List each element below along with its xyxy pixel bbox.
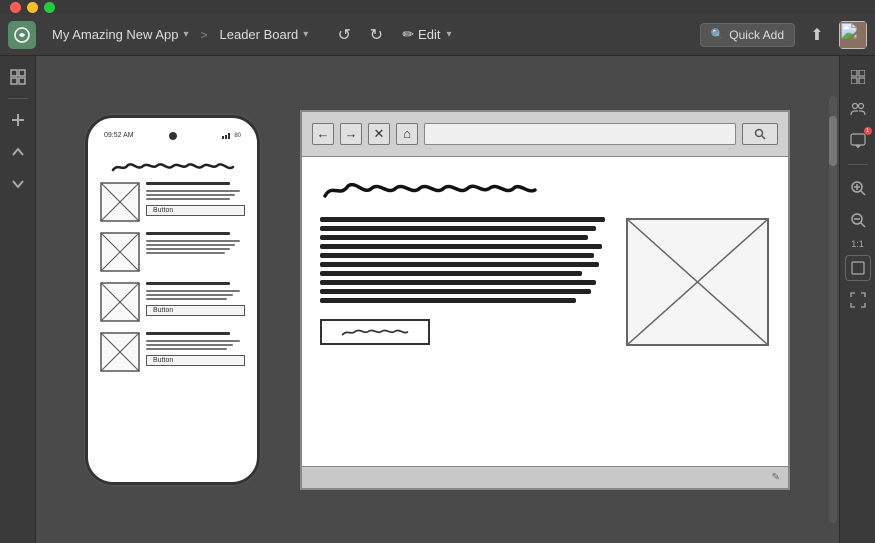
edit-menu-button[interactable]: ✏ Edit ▾	[394, 22, 459, 47]
edit-chevron-icon: ▾	[446, 29, 451, 40]
zoom-ratio-label: 1:1	[851, 239, 864, 249]
body-text-scribble	[320, 217, 611, 304]
wireframe-button: Button	[146, 355, 245, 366]
quick-add-label: Quick Add	[729, 28, 784, 42]
board-name-breadcrumb[interactable]: Leader Board ▾	[214, 23, 315, 46]
item-text	[146, 232, 245, 255]
share-button[interactable]: ⬆	[803, 21, 831, 49]
browser-cta-button	[320, 319, 430, 345]
item-text: Button	[146, 182, 245, 216]
board-chevron-icon: ▾	[303, 29, 308, 40]
avatar-image	[839, 21, 867, 49]
title-scribble	[146, 282, 245, 286]
sidebar-icon-grid[interactable]	[845, 64, 871, 90]
browser-search-button[interactable]	[742, 123, 778, 145]
fit-to-screen-button[interactable]	[845, 255, 871, 281]
minimize-button[interactable]	[27, 2, 38, 13]
wireframe-image-box	[100, 232, 140, 272]
browser-back-button[interactable]: ←	[312, 123, 334, 145]
app-name-label: My Amazing New App	[52, 27, 178, 42]
breadcrumb-separator: >	[200, 28, 207, 42]
title-scribble	[146, 332, 245, 336]
quick-add-button[interactable]: 🔍 Quick Add	[700, 23, 795, 47]
browser-close-button[interactable]: ✕	[368, 123, 390, 145]
left-sidebar	[0, 56, 36, 543]
title-scribble	[146, 232, 245, 236]
menubar: My Amazing New App ▾ > Leader Board ▾ ↺ …	[0, 14, 875, 56]
mobile-camera	[169, 132, 177, 140]
wireframe-image-box	[100, 182, 140, 222]
canvas-scrollbar[interactable]	[829, 96, 837, 523]
sidebar-divider	[848, 164, 868, 165]
mobile-title	[100, 158, 245, 176]
canvas-area[interactable]: 09:52 AM 80	[36, 56, 839, 543]
wireframe-image-box	[100, 332, 140, 372]
mobile-wireframe: 09:52 AM 80	[85, 115, 260, 485]
mobile-time: 09:52 AM	[104, 132, 134, 139]
close-button[interactable]	[10, 2, 21, 13]
zoom-in-button[interactable]	[845, 175, 871, 201]
sidebar-icon-up[interactable]	[5, 139, 31, 165]
titlebar	[0, 0, 875, 14]
app-name-breadcrumb[interactable]: My Amazing New App ▾	[46, 23, 194, 46]
sidebar-divider	[8, 98, 28, 99]
browser-content	[302, 157, 788, 466]
app-chevron-icon: ▾	[183, 29, 188, 40]
scrollbar-thumb[interactable]	[829, 116, 837, 166]
sidebar-icon-home[interactable]	[5, 64, 31, 90]
wireframe-button: Button	[146, 205, 245, 216]
mobile-status-icons: 80	[222, 132, 241, 139]
search-icon: 🔍	[711, 28, 725, 41]
pencil-icon: ✏	[402, 26, 414, 43]
browser-footer: ✎	[302, 466, 788, 488]
browser-url-bar[interactable]	[424, 123, 736, 145]
body-scribble	[146, 190, 245, 201]
browser-home-button[interactable]: ⌂	[396, 123, 418, 145]
redo-button[interactable]: ↻	[362, 21, 390, 49]
list-item: Button	[100, 332, 245, 376]
list-item: Button	[100, 182, 245, 226]
mobile-content: Button	[100, 158, 245, 462]
sidebar-icon-add[interactable]	[5, 107, 31, 133]
browser-text-column	[320, 217, 611, 456]
notification-badge: 1	[864, 127, 872, 135]
wireframe-image-box	[100, 282, 140, 322]
app-icon	[8, 21, 36, 49]
item-text: Button	[146, 282, 245, 316]
browser-body	[320, 217, 770, 456]
sidebar-icon-down[interactable]	[5, 171, 31, 197]
board-name-label: Leader Board	[220, 27, 299, 42]
sidebar-icon-people[interactable]	[845, 96, 871, 122]
footer-icon: ✎	[772, 472, 780, 483]
browser-toolbar: ← → ✕ ⌂	[302, 112, 788, 157]
browser-forward-button[interactable]: →	[340, 123, 362, 145]
maximize-button[interactable]	[44, 2, 55, 13]
list-item: Button	[100, 282, 245, 326]
browser-image-box	[625, 217, 770, 347]
wireframe-button: Button	[146, 305, 245, 316]
body-scribble	[146, 240, 245, 255]
item-text: Button	[146, 332, 245, 366]
avatar[interactable]	[839, 21, 867, 49]
title-scribble	[146, 182, 245, 186]
right-sidebar: 1 1:1	[839, 56, 875, 543]
zoom-out-button[interactable]	[845, 207, 871, 233]
body-scribble	[146, 290, 245, 301]
list-item	[100, 232, 245, 276]
body-scribble	[146, 340, 245, 351]
undo-button[interactable]: ↺	[330, 21, 358, 49]
edit-label: Edit	[418, 27, 440, 42]
sidebar-icon-comment[interactable]: 1	[845, 128, 871, 154]
fullscreen-button[interactable]	[845, 287, 871, 313]
canvas-content: 09:52 AM 80	[36, 56, 839, 543]
browser-heading	[320, 177, 770, 203]
main-area: 09:52 AM 80	[0, 56, 875, 543]
browser-wireframe: ← → ✕ ⌂	[300, 110, 790, 490]
